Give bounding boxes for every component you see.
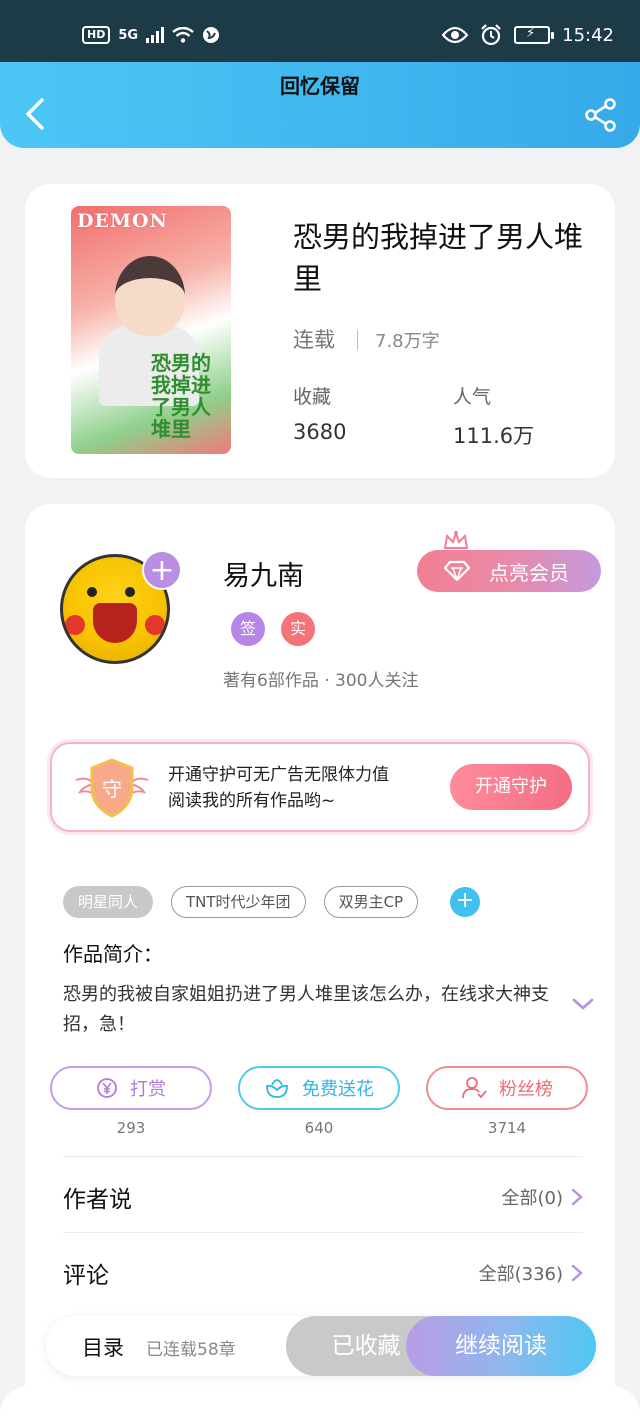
hd-badge: HD (82, 26, 111, 44)
divider (63, 1232, 583, 1233)
cover-title-text: DEMON (77, 210, 168, 232)
chapter-count: 已连载58章 (146, 1340, 236, 1360)
network-type: 5G (118, 27, 139, 43)
fans-label: 粉丝榜 (499, 1079, 553, 1100)
share-icon[interactable] (584, 98, 618, 132)
tag-item[interactable]: TNT时代少年团 (171, 886, 306, 918)
author-says-title: 作者说 (63, 1187, 132, 1213)
popularity-label: 人气 (453, 386, 492, 408)
divider (63, 1156, 583, 1157)
guard-shield-char: 守 (102, 777, 122, 801)
header-bar: 回忆保留 (0, 62, 640, 148)
synopsis-title: 作品简介： (63, 942, 163, 966)
comments-all-link[interactable]: 全部(336) (479, 1260, 583, 1286)
author-says-all-link[interactable]: 全部(0) (502, 1184, 584, 1210)
follow-author-button[interactable]: + (142, 550, 182, 590)
chevron-right-icon (571, 1188, 583, 1206)
tag-list: 明星同人 TNT时代少年团 双男主CP + (63, 886, 481, 918)
send-flower-button[interactable]: 免费送花 (238, 1066, 400, 1110)
status-divider (357, 330, 358, 350)
back-icon[interactable] (20, 96, 50, 132)
reward-label: 打赏 (130, 1079, 166, 1100)
bottom-safe-area (0, 1386, 640, 1422)
clock-time: 15:42 (562, 24, 614, 46)
continue-reading-button[interactable]: 继续阅读 (406, 1316, 596, 1376)
globe-icon (203, 27, 220, 43)
guard-promo-text: 开通守护可无广告无限体力值 阅读我的所有作品哟~ (168, 762, 389, 814)
tag-item[interactable]: 双男主CP (323, 886, 419, 918)
book-status: 连载 (293, 328, 335, 352)
status-left: HD 5G (82, 26, 220, 44)
chevron-down-icon[interactable] (571, 996, 595, 1012)
reward-count: 293 (116, 1119, 146, 1137)
flower-count: 640 (304, 1119, 334, 1137)
guard-promo-line2: 阅读我的所有作品哟~ (168, 791, 336, 811)
author-meta: 著有6部作品 · 300人关注 (223, 671, 419, 691)
add-tag-button[interactable]: + (450, 887, 481, 917)
avatar-mouth (93, 603, 137, 643)
comments-row[interactable]: 评论 全部(336) (63, 1244, 583, 1304)
diamond-icon (443, 560, 471, 582)
eye-icon (442, 26, 469, 44)
guard-shield-icon: 守 (75, 758, 149, 818)
fan-ranking-button[interactable]: 粉丝榜 (426, 1066, 588, 1110)
status-right: ⚡ 15:42 (442, 24, 614, 46)
author-says-count: 全部(0) (501, 1188, 564, 1209)
flower-label: 免费送花 (302, 1079, 374, 1100)
signal-icon (146, 27, 165, 43)
table-of-contents-button[interactable]: 目录 (82, 1332, 124, 1362)
author-name[interactable]: 易九南 (223, 554, 304, 593)
avatar-eye-right (125, 587, 135, 597)
comments-count: 全部(336) (478, 1264, 563, 1285)
flower-icon (266, 1079, 288, 1098)
book-info-card: DEMON 恐男的我掉进了男人堆里 恐男的我掉进了男人堆里 连载 7.8万字 收… (25, 184, 615, 478)
word-count: 7.8万字 (375, 331, 440, 352)
activate-guard-button[interactable]: 开通守护 (450, 764, 572, 810)
comments-title: 评论 (63, 1263, 109, 1289)
battery-icon: ⚡ (514, 26, 555, 44)
guard-promo-line1: 开通守护可无广告无限体力值 (168, 765, 389, 785)
avatar-eye-left (87, 587, 97, 597)
activate-vip-button[interactable]: 点亮会员 (417, 550, 601, 592)
cover-figure-face (115, 256, 185, 336)
yen-coin-icon (97, 1078, 117, 1098)
alarm-icon (481, 24, 501, 46)
reward-button[interactable]: 打赏 (50, 1066, 212, 1110)
guard-promo-banner[interactable]: 守 开通守护可无广告无限体力值 阅读我的所有作品哟~ 开通守护 (50, 742, 590, 832)
cover-caption: 恐男的我掉进了男人堆里 (151, 351, 211, 441)
avatar-cheek-left (65, 615, 85, 635)
page-title: 回忆保留 (280, 74, 360, 98)
fans-count: 3714 (487, 1119, 527, 1137)
vip-button-label: 点亮会员 (489, 560, 569, 585)
signed-badge: 签 (231, 612, 265, 646)
chevron-right-icon (571, 1264, 583, 1282)
popularity-value: 111.6万 (453, 424, 535, 448)
book-cover[interactable]: DEMON 恐男的我掉进了男人堆里 (71, 206, 231, 454)
author-card: + 易九南 签 实 著有6部作品 · 300人关注 点亮会员 守 开通守护可无广… (25, 504, 615, 1422)
synopsis-text: 恐男的我被自家姐姐扔进了男人堆里该怎么办，在线求大神支招，急！ (63, 984, 549, 1035)
favorites-value: 3680 (293, 420, 347, 444)
avatar-cheek-right (145, 615, 165, 635)
wifi-icon (172, 27, 194, 43)
bottom-action-bar: 目录 已连载58章 已收藏 继续阅读 (46, 1316, 596, 1376)
tag-item[interactable]: 明星同人 (63, 886, 154, 918)
crown-icon (443, 530, 469, 549)
favorites-label: 收藏 (293, 386, 332, 408)
user-icon (462, 1077, 487, 1099)
author-says-row[interactable]: 作者说 全部(0) (63, 1168, 583, 1228)
book-title: 恐男的我掉进了男人堆里 (293, 220, 584, 296)
verified-badge: 实 (281, 612, 315, 646)
